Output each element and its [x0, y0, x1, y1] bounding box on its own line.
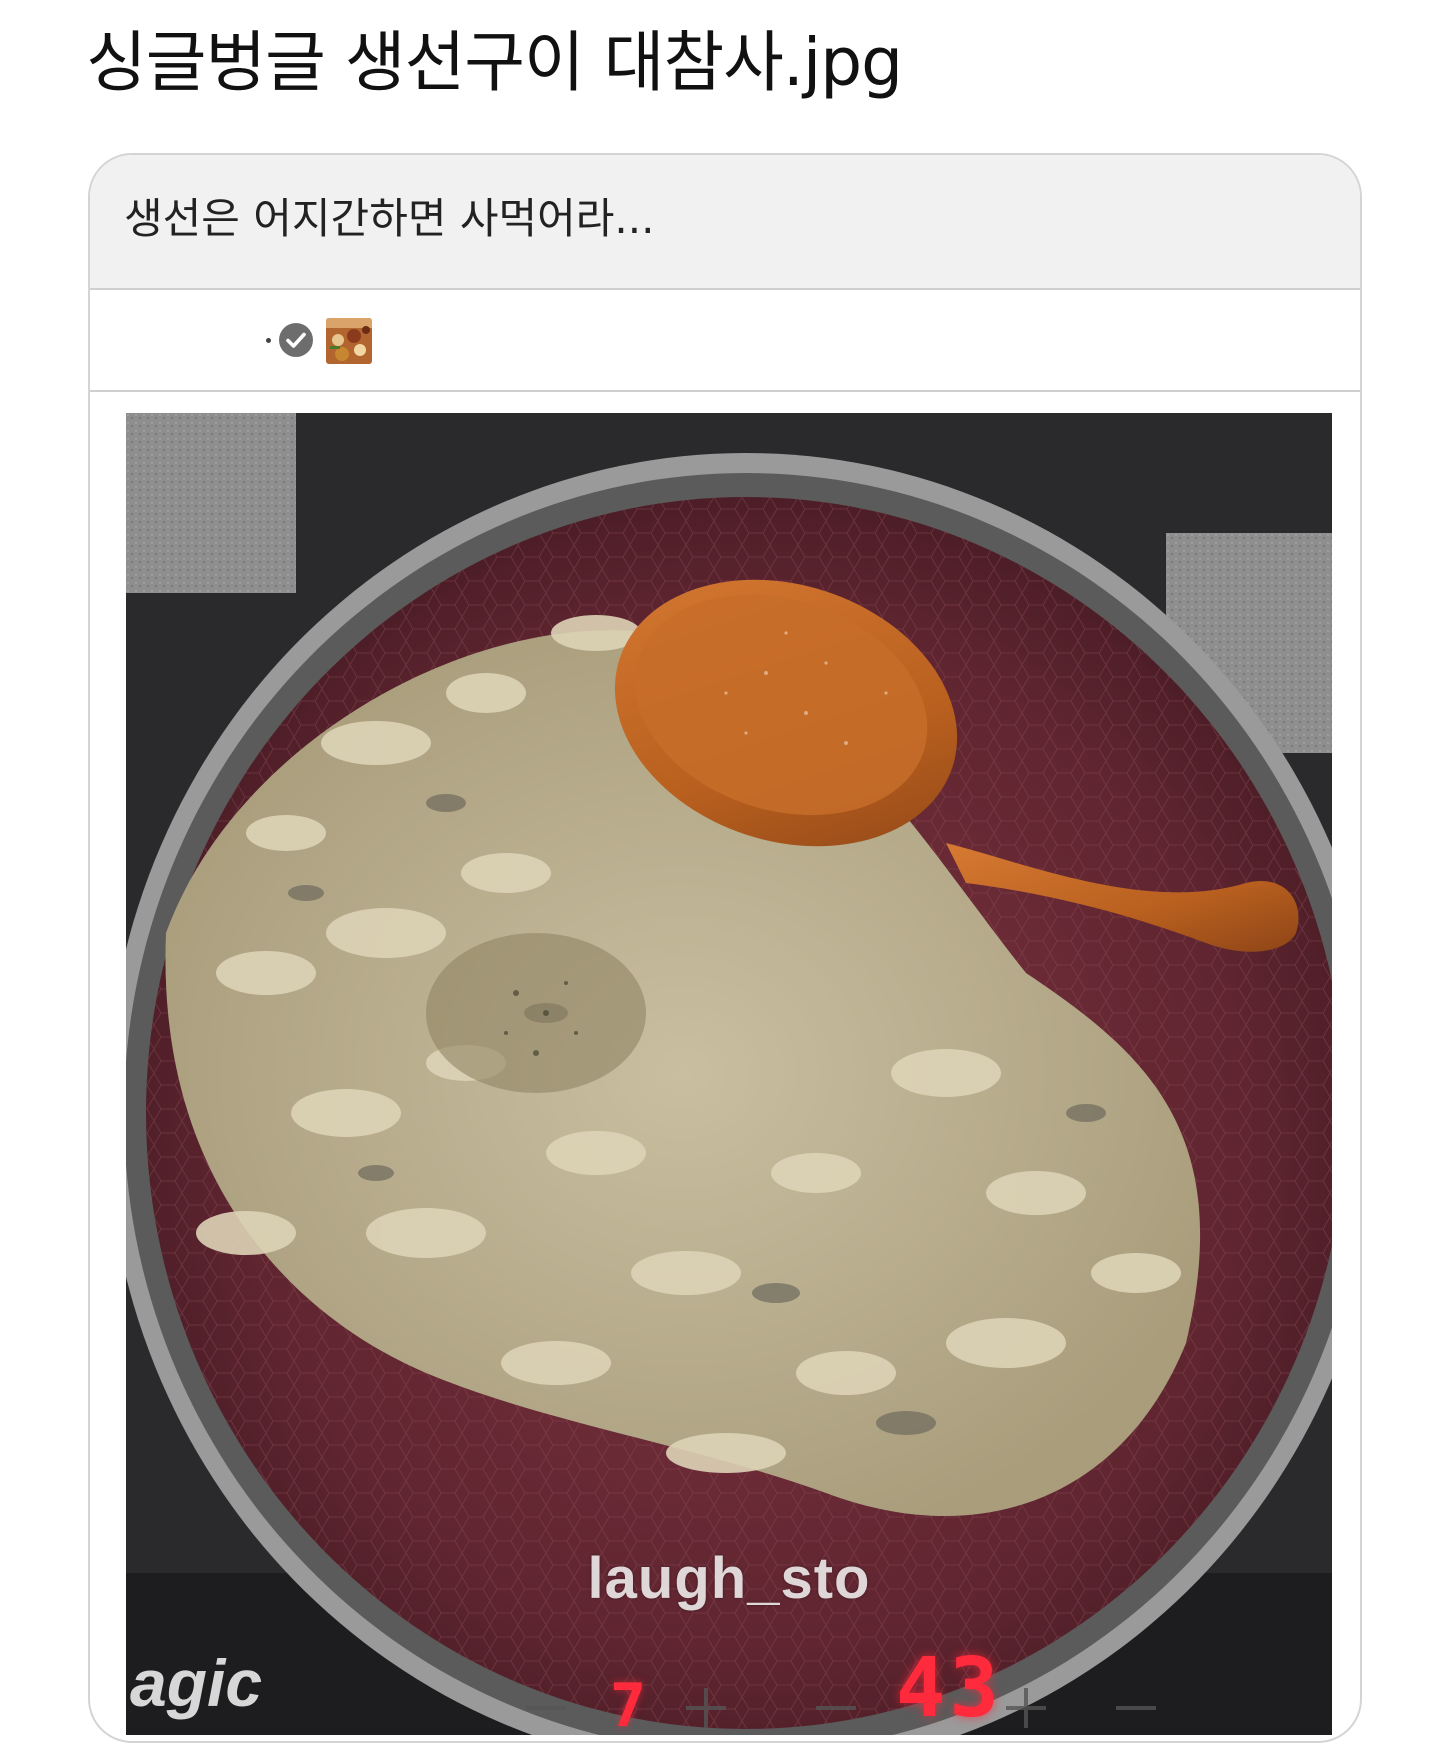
post-header: 생선은 어지간하면 사먹어라...	[90, 155, 1360, 290]
check-circle-icon	[279, 323, 313, 357]
separator-dot	[266, 338, 271, 343]
author-row[interactable]	[90, 290, 1360, 392]
page-title: 싱글벙글 생선구이 대참사.jpg	[86, 24, 903, 101]
stove-display-left: 7	[610, 1671, 647, 1735]
post-card: 생선은 어지간하면 사먹어라... laugh_sto agic 7 43	[88, 153, 1362, 1743]
cooktop-brand: agic	[130, 1646, 263, 1720]
pan-photo-illustration	[126, 413, 1332, 1735]
watermark: laugh_sto	[587, 1546, 871, 1611]
post-photo[interactable]: laugh_sto agic 7 43	[126, 413, 1332, 1735]
food-thumbnail-icon[interactable]	[326, 318, 372, 364]
stove-display-right: 43	[896, 1641, 1003, 1735]
post-caption: 생선은 어지간하면 사먹어라...	[124, 194, 655, 243]
